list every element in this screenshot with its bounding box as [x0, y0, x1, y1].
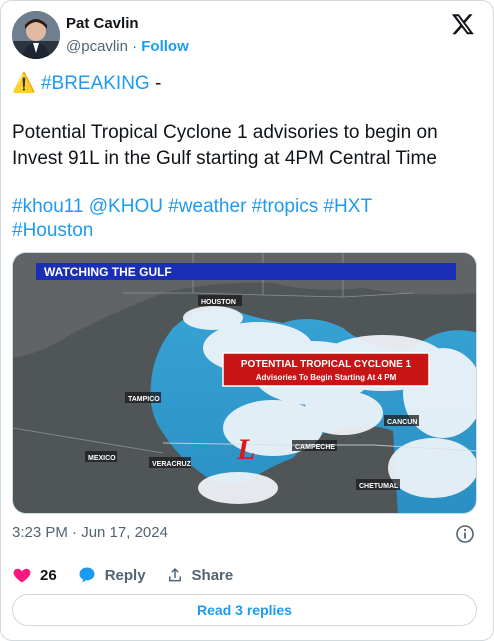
label-cancun: CANCUN — [387, 419, 417, 426]
reply-label: Reply — [104, 566, 146, 584]
reply-bubble-icon — [79, 567, 95, 583]
hashtag-breaking[interactable]: #BREAKING — [41, 73, 150, 94]
like-count: 26 — [40, 566, 57, 584]
share-label: Share — [191, 566, 234, 584]
tweet-hashtags-line-1[interactable]: #khou11 @KHOU #weather #tropics #HXT — [12, 194, 486, 220]
tweet-line-breaking: ⚠️ #BREAKING - — [12, 71, 486, 97]
tweet-card: Pat Cavlin @pcavlin · Follow ⚠️ #BREAKIN… — [0, 0, 494, 641]
heart-icon — [13, 568, 31, 583]
tweet-body-line-1: Potential Tropical Cyclone 1 advisories … — [12, 122, 438, 143]
storm-low-icon: L — [236, 433, 255, 466]
breaking-suffix: - — [149, 73, 162, 94]
author-name[interactable]: Pat Cavlin — [66, 15, 139, 32]
avatar[interactable] — [12, 11, 60, 59]
warning-icon: ⚠️ — [12, 73, 36, 94]
separator-dot: · — [132, 38, 138, 55]
share-icon — [168, 567, 181, 582]
reply-button[interactable]: Reply — [77, 565, 146, 585]
tweet-actions: 26 Reply Share — [12, 564, 253, 586]
tweet-media-image[interactable]: WATCHING THE GULF HOUSTON TAMPICO MEXICO… — [12, 252, 477, 514]
tweet-body-line-2: Invest 91L in the Gulf starting at 4PM C… — [12, 148, 437, 169]
label-houston: HOUSTON — [201, 299, 236, 306]
follow-button[interactable]: Follow — [141, 38, 189, 55]
x-logo-icon[interactable] — [451, 12, 475, 36]
author-handle-row: @pcavlin · Follow — [66, 38, 189, 55]
label-mexico: MEXICO — [88, 455, 116, 462]
share-button[interactable]: Share — [166, 566, 234, 584]
alert-subtitle: Advisories To Begin Starting At 4 PM — [256, 373, 397, 382]
tweet-hashtags-line-2[interactable]: #Houston — [12, 218, 486, 244]
like-button[interactable]: 26 — [12, 565, 57, 585]
tweet-timestamp[interactable]: 3:23 PM · Jun 17, 2024 — [12, 524, 168, 541]
read-replies-button[interactable]: Read 3 replies — [12, 594, 477, 626]
alert-title: POTENTIAL TROPICAL CYCLONE 1 — [241, 359, 412, 370]
label-veracruz: VERACRUZ — [152, 461, 192, 468]
media-banner: WATCHING THE GULF — [44, 265, 172, 279]
label-tampico: TAMPICO — [128, 396, 160, 403]
info-icon[interactable] — [455, 524, 475, 544]
label-chetumal: CHETUMAL — [359, 483, 399, 490]
author-handle[interactable]: @pcavlin — [66, 38, 128, 55]
